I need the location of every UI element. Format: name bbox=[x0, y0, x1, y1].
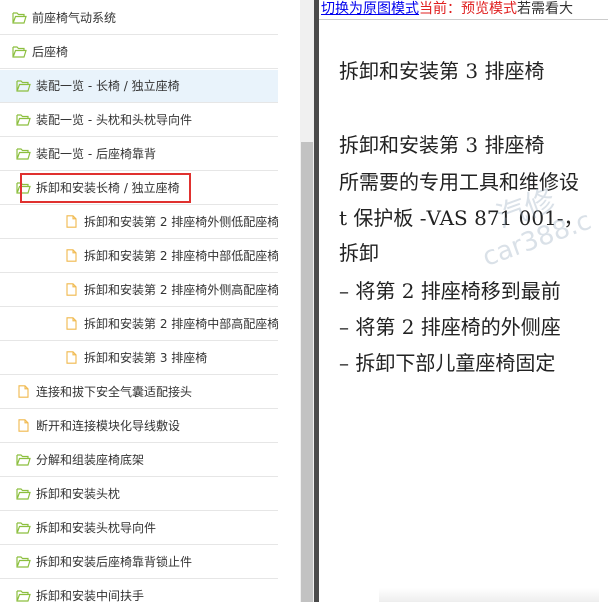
tree-item-label: 分解和组装座椅底架 bbox=[36, 453, 145, 467]
folder-open-icon bbox=[16, 521, 31, 534]
tree-item-label: 后座椅 bbox=[32, 45, 69, 59]
tree-item[interactable]: 拆卸和安装第 2 排座椅外侧低配座椅 bbox=[0, 206, 278, 239]
folder-open-icon bbox=[16, 487, 31, 500]
tree-item[interactable]: 拆卸和安装头枕导向件 bbox=[0, 512, 278, 545]
tree-scroll-thumb[interactable] bbox=[301, 142, 313, 602]
tree-item-label: 拆卸和安装头枕 bbox=[36, 487, 121, 501]
tree-item-label: 拆卸和安装头枕导向件 bbox=[36, 521, 157, 535]
document-step: – 将第 2 排座椅的外侧座 bbox=[339, 315, 561, 339]
content-panel: 切换为原图模式当前：预览模式若需看大 拆卸和安装第 3 排座椅 拆卸和安装第 3… bbox=[319, 0, 608, 602]
tree-item[interactable]: 装配一览 - 后座椅靠背 bbox=[0, 138, 278, 171]
toolbar-divider bbox=[319, 19, 608, 20]
tree-item[interactable]: 拆卸和安装后座椅靠背锁止件 bbox=[0, 546, 278, 579]
tree-item[interactable]: 分解和组装座椅底架 bbox=[0, 444, 278, 477]
highlight-box bbox=[20, 173, 191, 203]
tree-item-label: 装配一览 - 后座椅靠背 bbox=[36, 147, 156, 161]
tree-item[interactable]: 拆卸和安装第 3 排座椅 bbox=[0, 342, 278, 375]
folder-open-icon bbox=[16, 555, 31, 568]
tree-scrollbar[interactable] bbox=[300, 0, 314, 602]
tree-item-label: 拆卸和安装第 2 排座椅中部低配座椅 bbox=[84, 249, 278, 263]
navigation-tree: 前座椅气动系统 后座椅装配一览 - 长椅 / 独立座椅 装配一览 - 头枕和头枕导向… bbox=[0, 0, 300, 602]
tree-item[interactable]: 后座椅 bbox=[0, 36, 278, 69]
folder-open-icon bbox=[16, 147, 31, 160]
tree-item-label: 前座椅气动系统 bbox=[32, 11, 117, 25]
switch-original-mode-link[interactable]: 切换为原图模式 bbox=[321, 1, 419, 17]
tree-item[interactable]: 装配一览 - 长椅 / 独立座椅 bbox=[0, 70, 278, 103]
tree-item[interactable]: 前座椅气动系统 bbox=[0, 2, 278, 35]
document-icon bbox=[64, 283, 79, 296]
document-line: 所需要的专用工具和维修设 bbox=[339, 170, 579, 194]
tree-item[interactable]: 拆卸和安装第 2 排座椅中部低配座椅 bbox=[0, 240, 278, 273]
folder-open-icon bbox=[16, 453, 31, 466]
document-icon bbox=[64, 351, 79, 364]
tree-item[interactable]: 拆卸和安装头枕 bbox=[0, 478, 278, 511]
tree-item-label: 拆卸和安装第 2 排座椅外侧低配座椅 bbox=[84, 215, 278, 229]
folder-open-icon bbox=[12, 45, 27, 58]
folder-open-icon bbox=[16, 79, 31, 92]
folder-open-icon bbox=[16, 589, 31, 602]
tree-item[interactable]: 装配一览 - 头枕和头枕导向件 bbox=[0, 104, 278, 137]
document-step: – 将第 2 排座椅移到最前 bbox=[339, 279, 561, 303]
folder-open-icon bbox=[12, 11, 27, 24]
document-icon bbox=[64, 317, 79, 330]
mode-toolbar: 切换为原图模式当前：预览模式若需看大 bbox=[321, 0, 573, 18]
document-icon bbox=[16, 385, 31, 398]
tree-item-label: 装配一览 - 头枕和头枕导向件 bbox=[36, 113, 192, 127]
tree-item[interactable]: 拆卸和安装中间扶手 bbox=[0, 580, 278, 602]
tree-item-label: 拆卸和安装第 3 排座椅 bbox=[84, 351, 208, 365]
folder-open-icon bbox=[16, 113, 31, 126]
tree-item[interactable]: 断开和连接模块化导线敷设 bbox=[0, 410, 278, 443]
tree-item-label: 拆卸和安装中间扶手 bbox=[36, 589, 145, 602]
tree-item[interactable]: 连接和拔下安全气囊适配接头 bbox=[0, 376, 278, 409]
document-step: – 拆卸下部儿童座椅固定 bbox=[339, 351, 556, 375]
tree-item-label: 拆卸和安装第 2 排座椅外侧高配座椅 bbox=[84, 283, 278, 297]
document-icon bbox=[64, 215, 79, 228]
tree-item[interactable]: 拆卸和安装第 2 排座椅中部高配座椅 bbox=[0, 308, 278, 341]
tree-item-label: 断开和连接模块化导线敷设 bbox=[36, 419, 181, 433]
hint-text: 若需看大 bbox=[517, 1, 573, 17]
tree-item-label: 拆卸和安装后座椅靠背锁止件 bbox=[36, 555, 193, 569]
document-title: 拆卸和安装第 3 排座椅 bbox=[339, 59, 545, 83]
current-mode-label: 当前：预览模式 bbox=[419, 1, 517, 17]
tree-item[interactable]: 拆卸和安装第 2 排座椅外侧高配座椅 bbox=[0, 274, 278, 307]
tree-item-label: 拆卸和安装第 2 排座椅中部高配座椅 bbox=[84, 317, 278, 331]
tree-item-label: 连接和拔下安全气囊适配接头 bbox=[36, 385, 193, 399]
document-line: t 保护板 -VAS 871 001-， bbox=[339, 206, 584, 230]
tree-item-label: 装配一览 - 长椅 / 独立座椅 bbox=[36, 79, 180, 93]
document-icon bbox=[16, 419, 31, 432]
document-line: 拆卸 bbox=[339, 241, 379, 265]
document-next-line bbox=[379, 588, 599, 602]
document-icon bbox=[64, 249, 79, 262]
document-heading: 拆卸和安装第 3 排座椅 bbox=[339, 133, 545, 157]
